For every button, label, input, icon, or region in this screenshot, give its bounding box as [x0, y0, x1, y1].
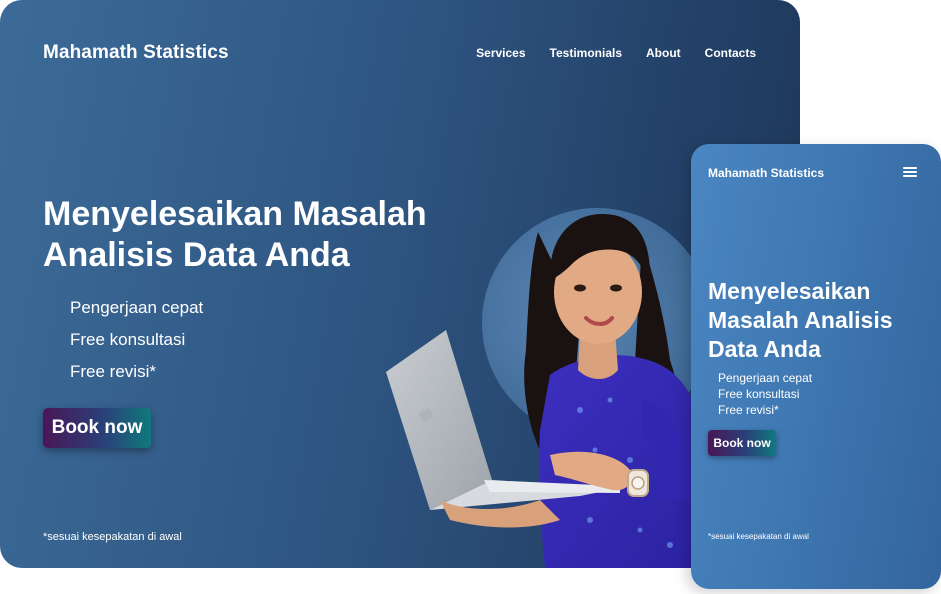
mobile-feature-item-fast: Pengerjaan cepat — [718, 371, 813, 385]
mobile-feature-list: Pengerjaan cepat Free konsultasi Free re… — [718, 370, 812, 418]
footnote: *sesuai kesepakatan di awal — [43, 531, 182, 543]
woman-with-laptop-illustration — [386, 214, 710, 568]
feature-item-revision: Free revisi* — [70, 362, 156, 381]
book-now-button[interactable]: Book now — [43, 408, 151, 448]
feature-list: Pengerjaan cepat Free konsultasi Free re… — [70, 292, 203, 388]
hamburger-menu-icon[interactable] — [903, 167, 917, 178]
hero-photo — [380, 200, 712, 568]
mobile-hero-title: Menyelesaikan Masalah Analisis Data Anda — [708, 277, 933, 364]
nav-link-about[interactable]: About — [646, 46, 681, 60]
nav-link-testimonials[interactable]: Testimonials — [550, 46, 622, 60]
mobile-feature-item-consultation: Free konsultasi — [718, 387, 800, 401]
mobile-hero-title-line-2: Masalah Analisis — [708, 307, 893, 333]
desktop-landing-page: Mahamath Statistics Services Testimonial… — [0, 0, 800, 568]
mobile-footnote: *sesuai kesepakatan di awal — [708, 532, 809, 541]
nav-link-contacts[interactable]: Contacts — [705, 46, 756, 60]
feature-item-fast: Pengerjaan cepat — [70, 298, 204, 317]
hero-title-line-2: Analisis Data Anda — [43, 236, 350, 274]
mobile-hero-title-line-3: Data Anda — [708, 336, 821, 362]
mobile-book-now-button[interactable]: Book now — [708, 430, 776, 456]
hero-title-line-1: Menyelesaikan Masalah — [43, 195, 427, 233]
mobile-brand-logo-text[interactable]: Mahamath Statistics — [708, 166, 824, 180]
mobile-hero-title-line-1: Menyelesaikan — [708, 278, 871, 304]
mobile-landing-page: Mahamath Statistics Menyelesaikan Masala… — [691, 144, 941, 589]
mobile-feature-item-revision: Free revisi* — [718, 403, 779, 417]
feature-item-consultation: Free konsultasi — [70, 330, 186, 349]
nav-link-services[interactable]: Services — [476, 46, 525, 60]
brand-logo-text[interactable]: Mahamath Statistics — [43, 42, 229, 64]
main-nav: Services Testimonials About Contacts — [476, 46, 756, 60]
